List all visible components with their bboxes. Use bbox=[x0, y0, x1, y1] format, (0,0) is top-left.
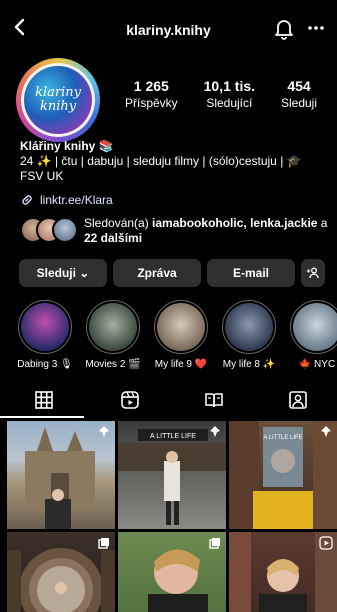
link-icon bbox=[22, 195, 32, 205]
highlight-cover bbox=[89, 303, 137, 351]
stat-posts-count: 1 265 bbox=[133, 78, 169, 94]
guides-icon[interactable] bbox=[204, 390, 224, 410]
stat-posts-label: Příspěvky bbox=[124, 96, 178, 110]
email-button[interactable]: E-mail bbox=[207, 259, 295, 287]
bell-icon[interactable] bbox=[274, 18, 294, 40]
post-book-held[interactable]: A LITTLE LIFE bbox=[229, 421, 337, 529]
highlight-nyc[interactable]: 🍁 NYC bbox=[282, 300, 337, 370]
highlight-label: 🍁 NYC bbox=[298, 359, 336, 370]
stat-following-label: Sleduji bbox=[280, 96, 318, 110]
highlight-cover bbox=[157, 303, 205, 351]
post-library-window[interactable] bbox=[7, 532, 115, 612]
follower-avatars bbox=[20, 217, 80, 245]
post-caption: A LITTLE LIFE bbox=[150, 433, 196, 440]
highlight-cover bbox=[225, 303, 273, 351]
profile-actions: Sleduji ⌄ Zpráva E-mail bbox=[19, 259, 325, 287]
highlight-movies[interactable]: Movies 2 🎬 bbox=[78, 300, 148, 370]
profile-avatar[interactable]: klariny knihy bbox=[16, 58, 100, 142]
reel-icon bbox=[319, 536, 333, 550]
highlight-dabing[interactable]: Dabing 3 🎙 bbox=[10, 300, 80, 370]
avatar-text-line2: knihy bbox=[39, 99, 77, 114]
profile-name: Klářiny knihy 📚 bbox=[20, 139, 114, 153]
pin-icon bbox=[321, 426, 331, 437]
avatar bbox=[52, 217, 78, 243]
carousel-icon bbox=[209, 538, 220, 549]
message-button[interactable]: Zpráva bbox=[113, 259, 201, 287]
story-highlights: Dabing 3 🎙 Movies 2 🎬 My life 9 ❤️ My li… bbox=[0, 300, 337, 372]
followed-by-text: Sledován(a) iamabookoholic, lenka.jackie… bbox=[84, 216, 330, 246]
highlight-mylife9[interactable]: My life 9 ❤️ bbox=[146, 300, 216, 370]
post-caption: A LITTLE LIFE bbox=[263, 435, 302, 441]
tagged-icon[interactable] bbox=[288, 390, 308, 410]
active-tab-indicator bbox=[0, 416, 84, 418]
highlight-label: My life 8 ✨ bbox=[222, 359, 276, 370]
more-icon[interactable] bbox=[304, 20, 328, 36]
highlight-label: Movies 2 🎬 bbox=[85, 359, 141, 370]
add-person-button[interactable] bbox=[301, 259, 325, 287]
reels-icon[interactable] bbox=[120, 390, 140, 410]
pin-icon bbox=[99, 426, 109, 437]
profile-stats: 1 265 Příspěvky 10,1 tis. Sledující 454 … bbox=[112, 78, 330, 110]
post-bookstore[interactable] bbox=[229, 532, 337, 612]
followed-by-others[interactable]: 22 dalšími bbox=[84, 231, 142, 245]
highlight-cover bbox=[293, 303, 337, 351]
stat-followers-count: 10,1 tis. bbox=[203, 78, 256, 94]
profile-bio: 24 ✨ | čtu | dabuju | sleduju filmy | (s… bbox=[20, 154, 302, 183]
profile-link-text[interactable]: linktr.ee/Klara bbox=[40, 193, 113, 207]
add-person-icon bbox=[307, 267, 319, 279]
stat-following-count: 454 bbox=[287, 78, 311, 94]
highlight-cover bbox=[21, 303, 69, 351]
pin-icon bbox=[210, 426, 220, 437]
followed-by[interactable]: Sledován(a) iamabookoholic, lenka.jackie… bbox=[20, 216, 330, 246]
carousel-icon bbox=[98, 538, 109, 549]
post-a-little-life[interactable]: A LITTLE LIFE bbox=[118, 421, 226, 529]
avatar-text-line1: klariny bbox=[35, 85, 81, 100]
stat-followers-label: Sledující bbox=[206, 96, 253, 110]
profile-link[interactable]: linktr.ee/Klara bbox=[20, 193, 113, 207]
stat-posts[interactable]: 1 265 Příspěvky bbox=[125, 78, 178, 110]
top-bar: klariny.knihy bbox=[0, 0, 337, 48]
post-portrait-glasses[interactable] bbox=[118, 532, 226, 612]
stat-following[interactable]: 454 Sleduji bbox=[281, 78, 317, 110]
post-cathedral[interactable] bbox=[7, 421, 115, 529]
following-button[interactable]: Sleduji ⌄ bbox=[19, 259, 107, 287]
followed-by-middle: a bbox=[317, 216, 328, 230]
highlight-label: My life 9 ❤️ bbox=[154, 359, 208, 370]
highlight-label: Dabing 3 🎙 bbox=[17, 359, 73, 370]
stat-followers[interactable]: 10,1 tis. Sledující bbox=[204, 78, 255, 110]
followed-by-names[interactable]: iamabookoholic, lenka.jackie bbox=[152, 216, 317, 230]
grid-icon[interactable] bbox=[34, 390, 54, 410]
profile-tabs bbox=[0, 384, 337, 418]
followed-by-prefix: Sledován(a) bbox=[84, 216, 153, 230]
posts-grid: A LITTLE LIFE A LITTLE LIFE bbox=[7, 421, 337, 612]
highlight-mylife8[interactable]: My life 8 ✨ bbox=[214, 300, 284, 370]
